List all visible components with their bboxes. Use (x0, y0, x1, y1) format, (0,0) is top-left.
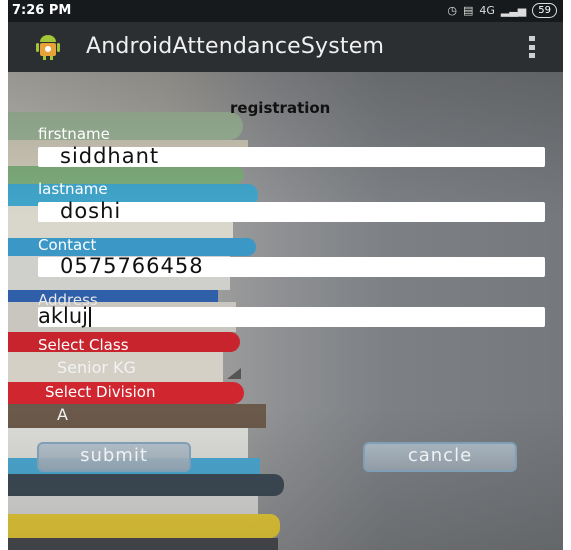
action-bar: AndroidAttendanceSystem (8, 22, 563, 72)
submit-button[interactable]: submit (37, 442, 191, 472)
page-title: registration (230, 99, 331, 117)
text-cursor (89, 307, 92, 327)
address-value: akluj (38, 304, 89, 328)
battery-level: 59 (538, 5, 551, 16)
cancel-button[interactable]: cancle (363, 442, 517, 472)
firstname-label: firstname (38, 125, 110, 143)
overflow-menu-icon[interactable] (529, 36, 535, 58)
address-field[interactable]: akluj (38, 304, 545, 328)
contact-label: Contact (38, 236, 97, 254)
lastname-field[interactable]: doshi (38, 199, 545, 223)
status-bar: 7:26 PM ◷ ▤ 4G ▂▃▅ 59 (8, 0, 563, 22)
status-time: 7:26 PM (12, 3, 72, 18)
android-app-icon (36, 35, 60, 60)
select-class-label: Select Class (38, 336, 129, 354)
contact-value: 0575766458 (60, 254, 204, 278)
app-title: AndroidAttendanceSystem (86, 34, 385, 59)
lastname-label: lastname (38, 180, 108, 198)
battery-icon: 59 (532, 3, 557, 18)
division-spinner[interactable]: A (57, 405, 68, 424)
alarm-icon: ◷ (447, 4, 457, 17)
contact-field[interactable]: 0575766458 (38, 254, 545, 278)
notification-icon: ▤ (462, 4, 474, 17)
spinner-arrow-icon (227, 368, 241, 379)
app-screen: 7:26 PM ◷ ▤ 4G ▂▃▅ 59 AndroidAttendanceS… (0, 0, 571, 550)
status-icons: ◷ ▤ 4G ▂▃▅ 59 (447, 3, 557, 18)
firstname-field[interactable]: siddhant (38, 144, 545, 168)
lastname-value: doshi (60, 199, 122, 223)
network-type-label: 4G (479, 4, 495, 17)
signal-icon: ▂▃▅ (500, 4, 527, 17)
select-division-label: Select Division (45, 383, 156, 401)
class-spinner[interactable]: Senior KG (57, 358, 136, 377)
firstname-value: siddhant (60, 144, 160, 168)
address-value-wrap: akluj (38, 304, 92, 328)
